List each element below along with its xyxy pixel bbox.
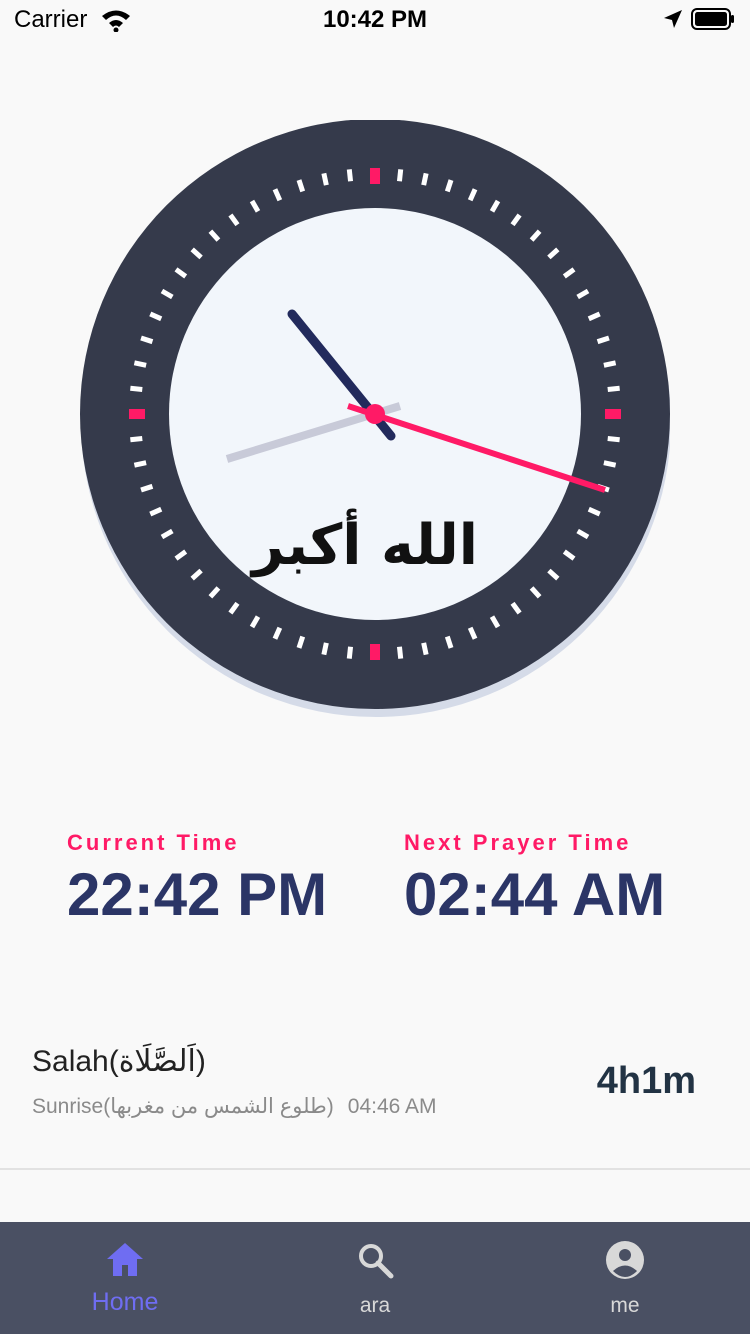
tab-me-label: me	[610, 1294, 640, 1317]
minute-tick	[296, 635, 306, 649]
tab-bar: Home ara me	[0, 1222, 750, 1334]
minute-tick	[130, 385, 143, 393]
minute-tick	[140, 335, 154, 345]
current-time-value: 22:42 PM	[67, 861, 328, 928]
minute-tick	[607, 385, 620, 393]
minute-tick	[321, 642, 329, 656]
next-prayer-value: 02:44 AM	[404, 861, 666, 928]
location-arrow-icon	[664, 10, 682, 28]
minute-tick	[396, 646, 404, 659]
minute-tick	[421, 642, 429, 656]
minute-tick	[444, 635, 454, 649]
battery-icon	[691, 8, 734, 30]
minute-tick	[346, 646, 354, 659]
search-icon	[359, 1244, 394, 1279]
current-time-label: Current Time	[67, 830, 240, 855]
minute-tick	[603, 460, 617, 468]
tab-ara-label: ara	[359, 1294, 391, 1317]
minute-tick	[321, 172, 329, 186]
minute-tick	[346, 169, 354, 182]
status-bar: Carrier 10:42 PM	[0, 0, 750, 40]
next-prayer-label: Next Prayer Time	[404, 830, 632, 855]
account-icon	[606, 1241, 644, 1279]
next-prayer-block: Next Prayer Time 02:44 AM	[404, 830, 665, 929]
clock-center	[365, 404, 385, 424]
minute-tick	[596, 335, 610, 345]
minute-tick	[130, 435, 143, 443]
salah-subtitle: Sunrise(طلوع الشمس من مغربها) 04:46 AM	[32, 1094, 437, 1119]
time-remaining: 4h1m	[596, 1060, 696, 1102]
calligraphy-text: الله أكبر	[249, 508, 478, 578]
minute-tick	[396, 169, 404, 182]
status-time: 10:42 PM	[322, 6, 428, 33]
salah-title: Salah(اَلصَّلَاة)	[32, 1045, 206, 1078]
minute-tick	[444, 179, 454, 193]
current-time-block: Current Time 22:42 PM	[67, 830, 327, 929]
divider	[0, 1168, 750, 1170]
home-icon	[107, 1243, 143, 1276]
tab-home[interactable]: Home	[0, 1222, 250, 1334]
minute-tick	[296, 179, 306, 193]
minute-tick	[421, 172, 429, 186]
minute-tick	[133, 360, 147, 368]
minute-tick	[133, 460, 147, 468]
tab-home-label: Home	[91, 1288, 159, 1316]
minute-tick	[607, 435, 620, 443]
minute-tick	[603, 360, 617, 368]
tab-ara[interactable]: ara	[250, 1222, 500, 1334]
minute-tick	[140, 483, 154, 493]
analog-clock: الله أكبر	[80, 120, 670, 717]
prayer-name: Sunrise(طلوع الشمس من مغربها)	[32, 1095, 334, 1118]
prayer-time: 04:46 AM	[347, 1095, 437, 1118]
tab-me[interactable]: me	[500, 1222, 750, 1334]
